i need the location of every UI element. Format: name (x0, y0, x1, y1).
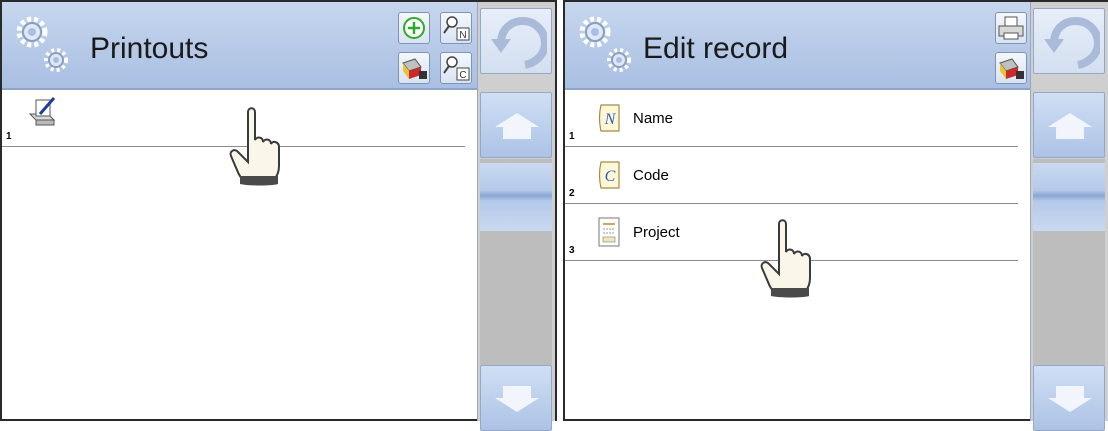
row-number: 3 (569, 245, 575, 256)
row-label: Name (633, 110, 674, 127)
add-icon (403, 17, 425, 39)
scroll-down-button[interactable] (1033, 365, 1105, 431)
export-button[interactable] (995, 52, 1027, 84)
svg-text:N: N (459, 30, 466, 41)
printer-icon (998, 16, 1024, 40)
svg-text:N: N (604, 111, 617, 128)
row-label: Project (633, 224, 680, 241)
undo-button[interactable] (480, 8, 552, 74)
up-arrow-icon (1048, 113, 1092, 139)
up-arrow-icon (495, 113, 539, 139)
printout-edit-icon (28, 97, 56, 126)
down-arrow-icon (1048, 386, 1092, 412)
edit-record-screen: Edit record 1 N Name 2 C Code 3 Project (563, 0, 1108, 431)
add-button[interactable] (398, 12, 430, 44)
project-template-icon (598, 217, 620, 247)
scrollbar-track[interactable] (1033, 159, 1105, 365)
scrollbar-thumb[interactable] (1033, 163, 1105, 231)
svg-text:C: C (459, 70, 466, 81)
row-number: 2 (569, 188, 575, 199)
search-by-name-button[interactable]: N (440, 12, 472, 44)
list-item[interactable]: 1 N Name (565, 90, 1018, 147)
row-label: Code (633, 167, 669, 184)
scrollbar-track[interactable] (480, 159, 552, 365)
printouts-screen: Printouts N C 1 (0, 0, 557, 431)
down-arrow-icon (495, 386, 539, 412)
scroll-down-button[interactable] (480, 365, 552, 431)
pointing-hand-icon (229, 107, 280, 186)
page-title: Edit record (643, 32, 789, 65)
undo-icon (1040, 9, 1100, 73)
pointing-hand-icon (760, 219, 811, 298)
scroll-up-button[interactable] (480, 92, 552, 158)
scroll-up-button[interactable] (1033, 92, 1105, 158)
page-title: Printouts (90, 32, 209, 65)
nav-sidebar (1030, 2, 1108, 431)
export-icon (402, 58, 427, 79)
gear-icon (575, 10, 635, 82)
search-by-code-button[interactable]: C (440, 52, 472, 84)
gear-icon (12, 10, 72, 82)
header: Printouts N C (2, 2, 477, 90)
row-number: 1 (569, 131, 575, 142)
name-field-icon: N (598, 104, 620, 132)
undo-button[interactable] (1033, 8, 1105, 74)
svg-text:C: C (605, 168, 616, 185)
search-by-code-icon: C (443, 56, 470, 81)
header: Edit record (565, 2, 1030, 90)
row-number: 1 (6, 131, 12, 142)
search-by-name-icon: N (443, 16, 470, 41)
scrollbar-thumb[interactable] (480, 163, 552, 231)
code-field-icon: C (598, 161, 620, 189)
export-icon (999, 58, 1024, 79)
list-item[interactable]: 2 C Code (565, 147, 1018, 204)
undo-icon (487, 9, 547, 73)
export-button[interactable] (398, 52, 430, 84)
print-button[interactable] (995, 12, 1027, 44)
nav-sidebar (477, 2, 555, 431)
